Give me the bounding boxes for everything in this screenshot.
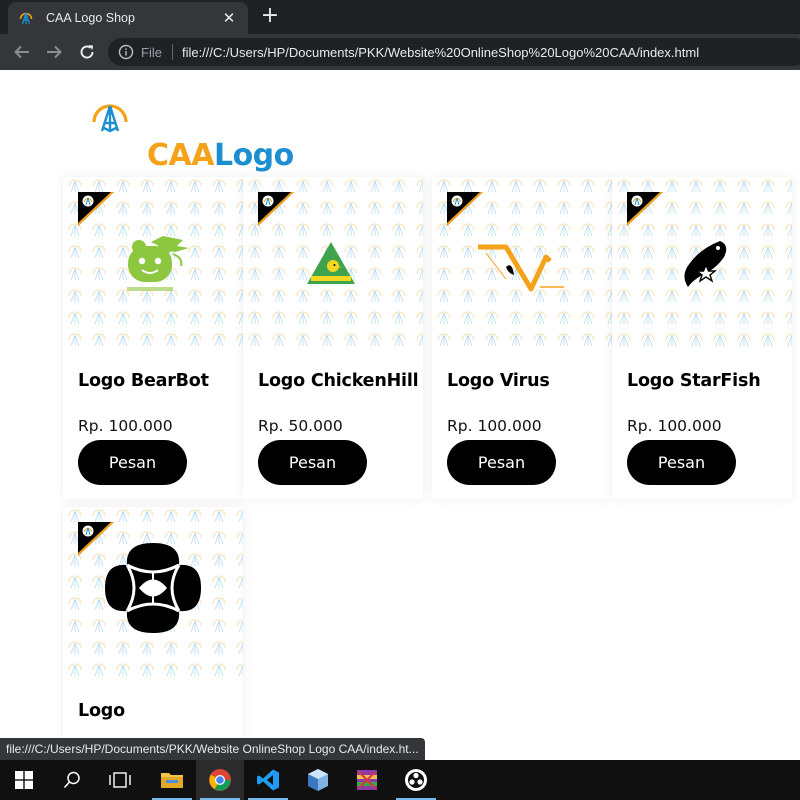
file-explorer-button[interactable] <box>148 760 196 800</box>
product-image <box>432 177 612 352</box>
link-status-bubble: file:///C:/Users/HP/Documents/PKK/Websit… <box>0 738 425 760</box>
task-view-button[interactable] <box>96 760 144 800</box>
chrome-button[interactable] <box>196 760 244 800</box>
caa-logo-icon <box>92 104 128 133</box>
product-card: Logo ChickenHill Rp. 50.000 Pesan <box>243 177 423 499</box>
order-button[interactable]: Pesan <box>78 440 187 485</box>
virus-logo <box>478 244 564 292</box>
product-image <box>63 507 243 682</box>
product-card: Logo Virus Rp. 100.000 Pesan <box>432 177 612 499</box>
product-card: Logo <box>63 507 243 760</box>
corner-ribbon <box>447 192 483 226</box>
bearbot-logo <box>127 236 189 291</box>
product-card: Logo BearBot Rp. 100.000 Pesan <box>63 177 243 499</box>
chickenhill-logo <box>307 242 355 284</box>
virtualbox-icon <box>308 769 328 791</box>
product-title: Logo ChickenHill <box>258 371 419 391</box>
product-image <box>612 177 792 352</box>
search-icon <box>63 771 80 789</box>
tab-title: CAA Logo Shop <box>46 11 135 25</box>
site-title-part1: CAA <box>147 138 214 173</box>
order-button[interactable]: Pesan <box>258 440 367 485</box>
product-price: Rp. 50.000 <box>258 417 343 435</box>
url-text[interactable]: file:///C:/Users/HP/Documents/PKK/Websit… <box>182 45 699 60</box>
arrow-left-icon <box>14 45 29 59</box>
product-title: Logo BearBot <box>78 371 209 391</box>
back-button[interactable] <box>10 40 34 64</box>
product-image <box>63 177 243 352</box>
product-price: Rp. 100.000 <box>447 417 542 435</box>
product-title: Logo <box>78 701 125 721</box>
address-bar[interactable]: File file:///C:/Users/HP/Documents/PKK/W… <box>108 38 800 66</box>
product-price: Rp. 100.000 <box>627 417 722 435</box>
omnibox-divider <box>171 44 173 60</box>
browser-tab[interactable]: CAA Logo Shop ✕ <box>8 2 248 34</box>
caa-logo-icon <box>19 12 33 25</box>
virtualbox-button[interactable] <box>294 760 342 800</box>
reload-icon <box>80 45 94 59</box>
task-view-icon <box>109 772 131 788</box>
browser-tab-strip: CAA Logo Shop ✕ + <box>0 0 800 34</box>
product-price: Rp. 100.000 <box>78 417 173 435</box>
vscode-icon <box>257 769 279 791</box>
web-page: CAALogo Logo BearBot Rp. 100.000 Pesan L… <box>0 70 800 760</box>
vscode-button[interactable] <box>244 760 292 800</box>
obs-button[interactable] <box>392 760 440 800</box>
winrar-icon <box>357 770 377 790</box>
order-button[interactable]: Pesan <box>447 440 556 485</box>
arrow-right-icon <box>47 45 62 59</box>
file-explorer-icon <box>161 773 183 788</box>
close-tab-icon[interactable]: ✕ <box>220 9 238 27</box>
reload-button[interactable] <box>75 40 99 64</box>
chrome-icon <box>209 769 231 791</box>
obs-icon <box>405 769 427 791</box>
taskbar <box>0 760 800 800</box>
product-title: Logo Virus <box>447 371 550 391</box>
starfish-logo <box>684 241 727 287</box>
info-icon[interactable] <box>118 44 134 60</box>
product-title: Logo StarFish <box>627 371 761 391</box>
product-image <box>243 177 423 352</box>
product-card: Logo StarFish Rp. 100.000 Pesan <box>612 177 792 499</box>
corner-ribbon <box>258 192 294 226</box>
order-button[interactable]: Pesan <box>627 440 736 485</box>
winrar-button[interactable] <box>343 760 391 800</box>
scheme-label: File <box>141 44 162 60</box>
search-button[interactable] <box>48 760 96 800</box>
corner-ribbon <box>78 192 114 226</box>
start-icon <box>15 771 33 789</box>
corner-ribbon <box>627 192 663 226</box>
forward-button[interactable] <box>42 40 66 64</box>
new-tab-button[interactable]: + <box>258 5 282 29</box>
site-title: CAALogo <box>147 138 294 173</box>
browser-toolbar: File file:///C:/Users/HP/Documents/PKK/W… <box>0 34 800 70</box>
site-title-part2: Logo <box>213 138 294 173</box>
flower-logo <box>105 543 201 633</box>
start-button[interactable] <box>0 760 48 800</box>
